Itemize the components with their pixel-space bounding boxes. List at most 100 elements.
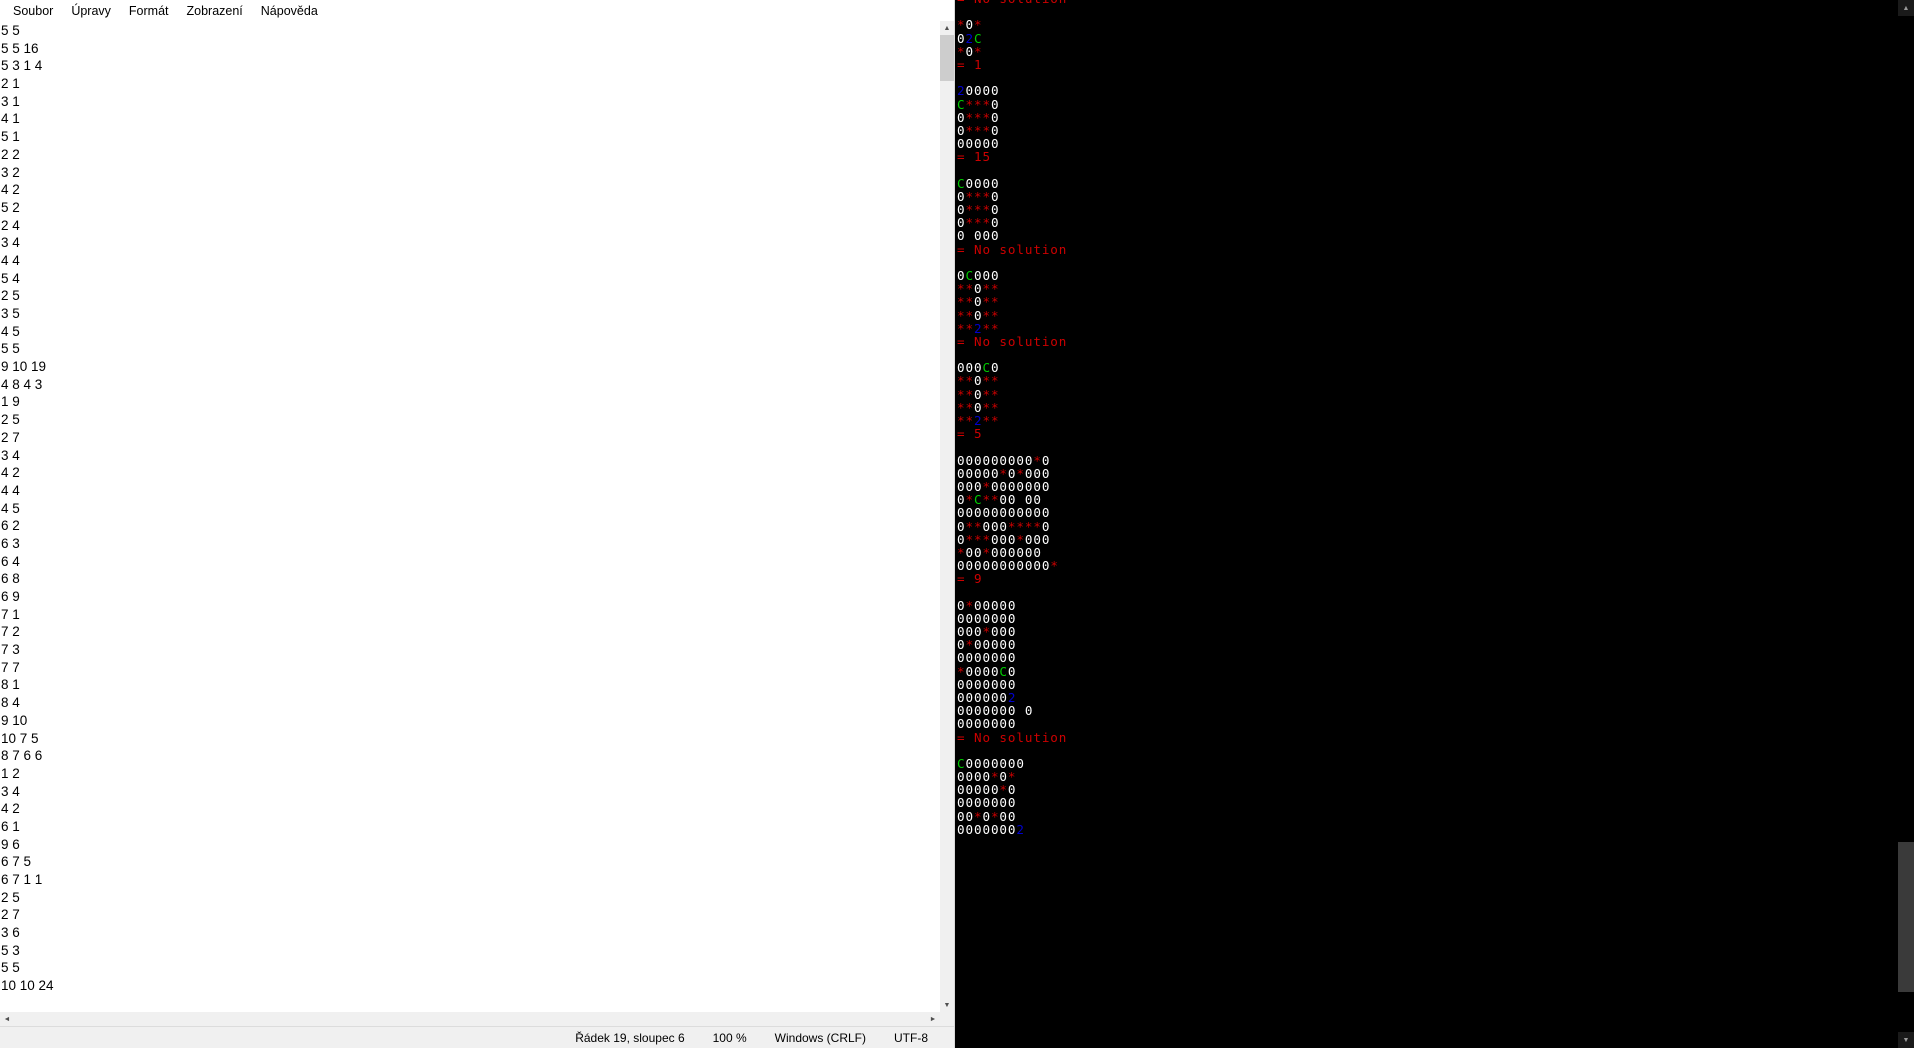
console-grid-row: 0*00000	[957, 599, 1898, 612]
console-cell: 0	[999, 821, 1008, 837]
console-grid-row: 000*000	[957, 625, 1898, 638]
editor-line: 3 5	[1, 306, 20, 321]
scrollbar-track[interactable]	[940, 81, 954, 998]
console-scrollbar[interactable]: ▲ ▼	[1898, 0, 1914, 1048]
console-grid-row: *0*	[957, 45, 1898, 58]
menu-item-soubor[interactable]: Soubor	[4, 2, 62, 20]
menu-item-upravy[interactable]: Úpravy	[62, 2, 120, 20]
scroll-down-icon[interactable]: ▼	[940, 998, 954, 1012]
console-grid-row: **0**	[957, 401, 1898, 414]
editor-line: 5 5	[1, 341, 20, 357]
editor-line: 4 2	[1, 182, 20, 198]
console-scroll-down-icon[interactable]: ▼	[1898, 1032, 1914, 1048]
status-zoom-level[interactable]: 100 %	[699, 1031, 761, 1045]
scroll-right-icon[interactable]: ►	[926, 1012, 940, 1026]
editor-line: 7 7	[1, 659, 20, 675]
console-result-line: = 5	[957, 426, 983, 442]
console-cell: 0	[965, 821, 974, 837]
console-grid-row: 0000000	[957, 717, 1898, 730]
editor-line: 1 9	[1, 394, 20, 410]
screen-root: Soubor Úpravy Formát Zobrazení Nápověda …	[0, 0, 1914, 1048]
console-cell: 0	[1016, 558, 1025, 574]
editor-line: 8 1	[1, 677, 20, 693]
console-window[interactable]: = No solution *0*02C*0*= 1 20000C***00**…	[955, 0, 1914, 1048]
console-cell: 0	[1024, 703, 1034, 719]
console-grid-row: *0000C0	[957, 664, 1898, 678]
editor-line: 4 5	[1, 323, 20, 339]
editor-line: 6 2	[1, 518, 20, 534]
console-grid-row: 00*0*00	[957, 810, 1898, 823]
editor-line: 6 7 1 1	[1, 872, 43, 887]
editor-line: 6 1	[1, 818, 20, 834]
hscrollbar-track[interactable]	[14, 1012, 926, 1026]
console-grid-row: **0**	[957, 388, 1898, 401]
console-scrollbar-track-top[interactable]	[1898, 16, 1914, 842]
console-grid-row: 0*00000	[957, 638, 1898, 651]
console-grid-row: 0*C**00 00	[957, 493, 1898, 506]
console-cell: 0	[1041, 478, 1051, 494]
status-line-ending[interactable]: Windows (CRLF)	[761, 1031, 880, 1045]
editor-line: 4 5	[1, 500, 20, 516]
editor-line: 10 10 24	[1, 978, 54, 994]
editor-line: 5 3	[1, 942, 20, 958]
editor-line: 6 7 5	[1, 854, 32, 870]
status-bar: Řádek 19, sloupec 6 100 % Windows (CRLF)…	[0, 1026, 954, 1048]
console-cell: 0	[1033, 558, 1042, 574]
editor-line: 7 2	[1, 624, 20, 640]
editor-area: 5 55 5 16 5 3 1 42 13 14 15 12 23 24 25 2…	[0, 21, 954, 1012]
console-grid-row: 0000000 0	[957, 704, 1898, 717]
editor-line: 4 8 4 3	[1, 376, 43, 392]
console-grid-row: *0*	[957, 18, 1898, 31]
console-result-line: = No solution	[957, 333, 1068, 349]
menu-item-napoveda[interactable]: Nápověda	[252, 2, 327, 20]
console-cell: 0	[1041, 531, 1051, 547]
editor-line: 3 6	[1, 925, 20, 941]
console-result-line: = No solution	[957, 241, 1068, 257]
text-editor[interactable]: 5 55 5 16 5 3 1 42 13 14 15 12 23 24 25 2…	[0, 21, 940, 1012]
notepad-vertical-scrollbar[interactable]: ▲ ▼	[940, 21, 954, 1012]
console-grid-row: 0000000	[957, 796, 1898, 809]
menu-bar: Soubor Úpravy Formát Zobrazení Nápověda	[0, 0, 954, 21]
console-scrollbar-thumb[interactable]	[1898, 842, 1914, 992]
editor-line: 4 4	[1, 482, 20, 498]
menu-item-zobrazeni[interactable]: Zobrazení	[178, 2, 252, 20]
console-grid-row: 20000	[957, 84, 1898, 97]
console-grid-row: *00*000000	[957, 546, 1898, 559]
menu-item-format[interactable]: Formát	[120, 2, 178, 20]
editor-line: 5 5	[1, 23, 20, 38]
console-result-line: = No solution	[957, 729, 1068, 745]
console-grid-row: C***0	[957, 97, 1898, 111]
console-cell: 0	[990, 136, 1000, 152]
console-cell: *	[990, 413, 1000, 428]
scroll-up-icon[interactable]: ▲	[940, 21, 954, 35]
console-grid-row: 0***000*000	[957, 533, 1898, 546]
editor-line: 9 10 19	[1, 359, 47, 375]
console-cell: 0	[1016, 755, 1025, 771]
editor-line: 6 3	[1, 535, 20, 551]
notepad-window: Soubor Úpravy Formát Zobrazení Nápověda …	[0, 0, 955, 1048]
console-grid-row: 000C0	[957, 361, 1898, 374]
console-scrollbar-track-bottom[interactable]	[1898, 992, 1914, 1032]
console-grid-row: 00000000000	[957, 506, 1898, 519]
console-grid-row: 0**000****0	[957, 519, 1898, 533]
editor-line: 3 1	[1, 93, 20, 109]
editor-line: 2 7	[1, 429, 20, 445]
scroll-left-icon[interactable]: ◄	[0, 1012, 14, 1026]
console-grid-row: C0000	[957, 177, 1898, 190]
console-scroll-up-icon[interactable]: ▲	[1898, 0, 1914, 16]
console-cell: 0	[982, 821, 991, 837]
console-grid-row: 00000002	[957, 823, 1898, 836]
console-grid-row: 00000000000*	[957, 559, 1898, 572]
status-encoding[interactable]: UTF-8	[880, 1031, 954, 1045]
scrollbar-corner	[940, 1012, 954, 1026]
console-cell: *	[1050, 558, 1059, 574]
notepad-horizontal-scrollbar[interactable]: ◄ ►	[0, 1012, 954, 1026]
scrollbar-thumb[interactable]	[940, 35, 954, 81]
console-grid-row: 02C	[957, 31, 1898, 45]
console-grid-row: **0**	[957, 295, 1898, 308]
